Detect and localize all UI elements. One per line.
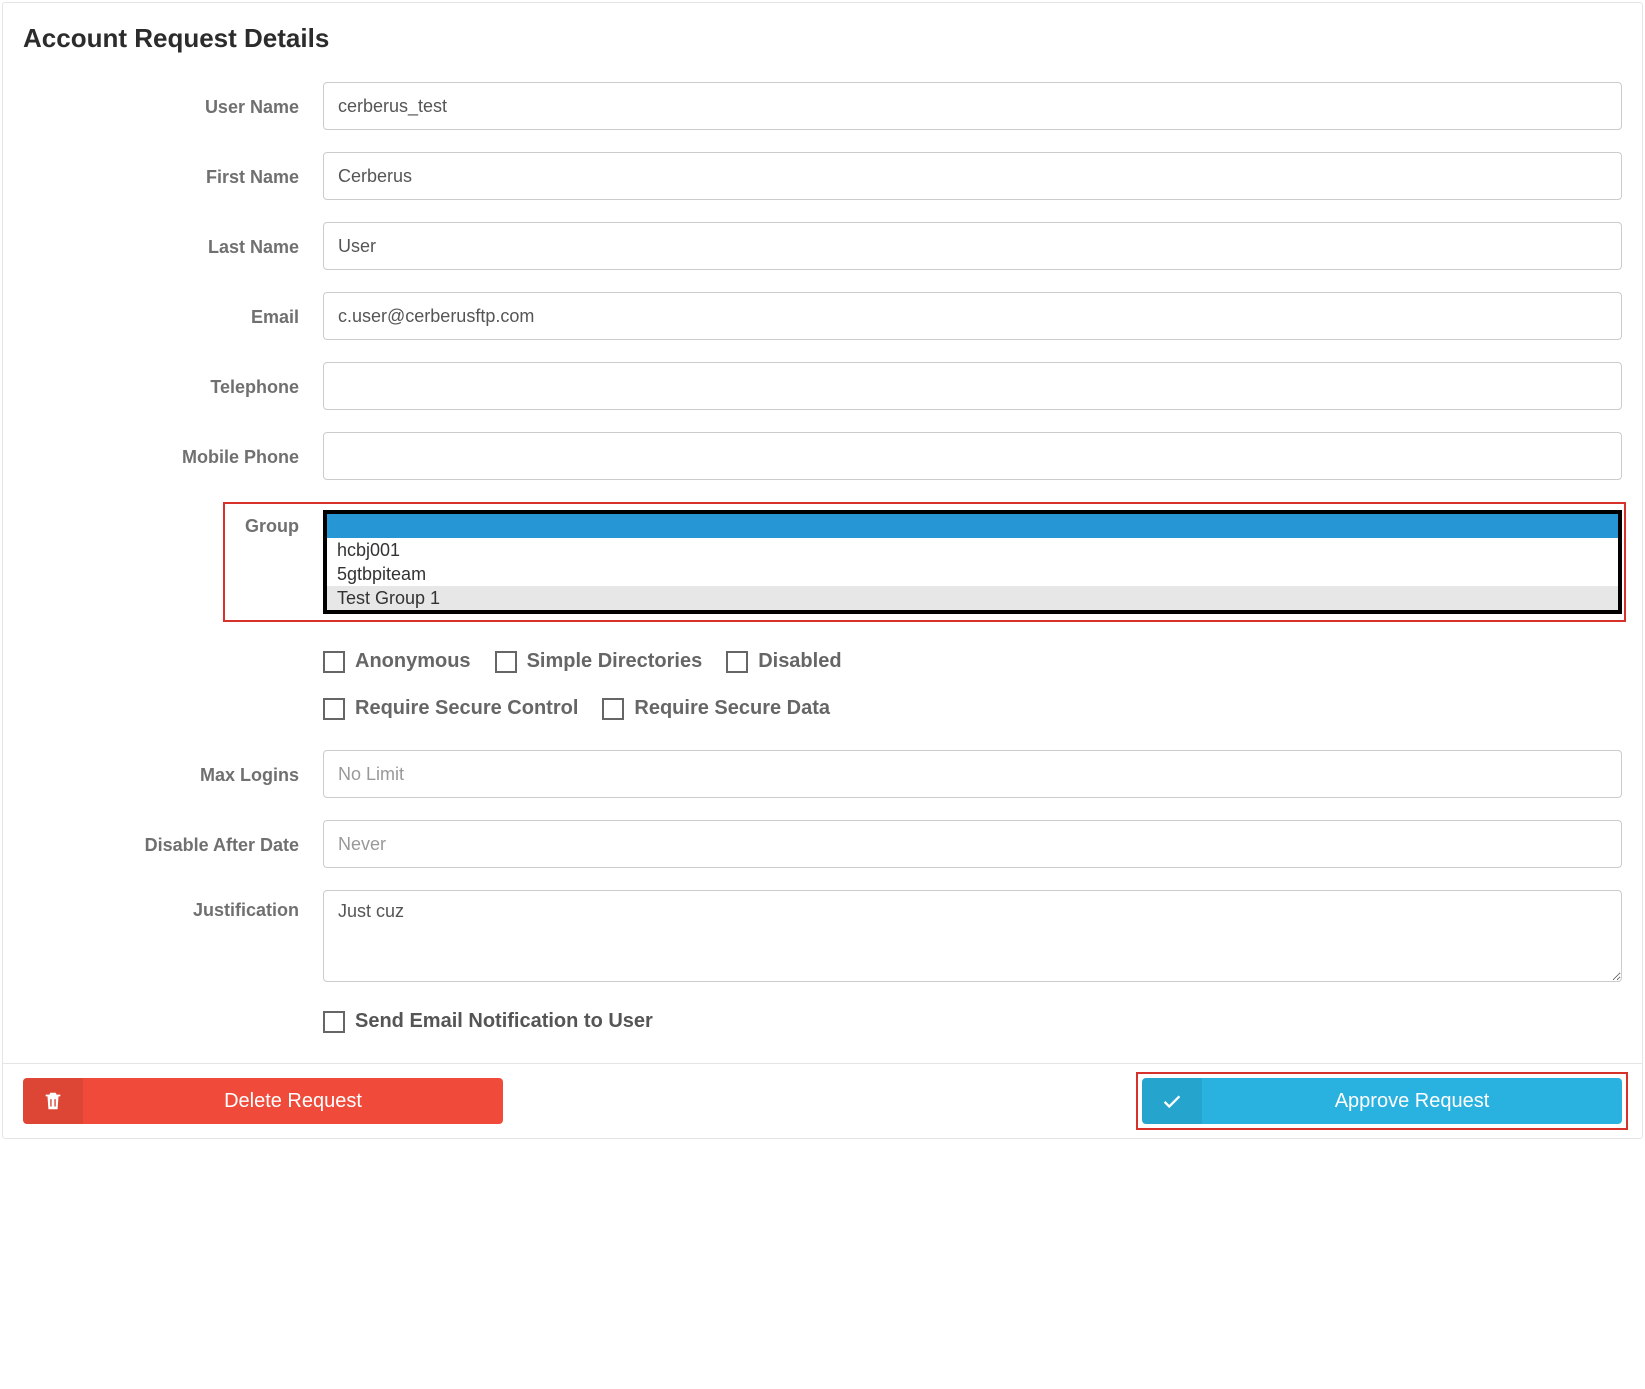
checkbox-label: Anonymous [355, 650, 471, 673]
label-group: Group [23, 510, 323, 537]
approve-button-label: Approve Request [1202, 1090, 1622, 1113]
row-last-name: Last Name [23, 222, 1622, 270]
checkbox-disabled: Disabled [726, 650, 841, 673]
row-telephone: Telephone [23, 362, 1622, 410]
user-name-input[interactable] [323, 82, 1622, 130]
group-option[interactable]: hcbj001 [327, 538, 1618, 562]
checkbox-require-secure-data: Require Secure Data [602, 697, 830, 720]
row-user-name: User Name [23, 82, 1622, 130]
email-input[interactable] [323, 292, 1622, 340]
checkbox-label: Disabled [758, 650, 841, 673]
row-email: Email [23, 292, 1622, 340]
row-first-name: First Name [23, 152, 1622, 200]
row-mobile-phone: Mobile Phone [23, 432, 1622, 480]
row-max-logins: Max Logins [23, 750, 1622, 798]
notify-label: Send Email Notification to User [355, 1010, 653, 1033]
checkbox-input[interactable] [495, 651, 517, 673]
telephone-input[interactable] [323, 362, 1622, 410]
checkbox-simple-directories: Simple Directories [495, 650, 703, 673]
label-email: Email [23, 305, 323, 328]
group-option[interactable] [327, 514, 1618, 538]
page-title: Account Request Details [23, 23, 1622, 54]
label-max-logins: Max Logins [23, 763, 323, 786]
row-checkboxes-2: Require Secure Control Require Secure Dat… [23, 695, 1622, 720]
checkbox-label: Simple Directories [527, 650, 703, 673]
panel-footer: Delete Request Approve Request [3, 1063, 1642, 1138]
row-checkboxes-1: Anonymous Simple Directories Disabled [23, 648, 1622, 673]
label-disable-after-date: Disable After Date [23, 833, 323, 856]
notify-checkbox[interactable] [323, 1011, 345, 1033]
row-disable-after-date: Disable After Date [23, 820, 1622, 868]
notify-container: Send Email Notification to User [323, 1004, 1622, 1033]
checkbox-input[interactable] [323, 651, 345, 673]
approve-wrap: Approve Request [1142, 1078, 1622, 1124]
max-logins-input[interactable] [323, 750, 1622, 798]
checkbox-row-1: Anonymous Simple Directories Disabled [323, 648, 1622, 673]
label-mobile-phone: Mobile Phone [23, 445, 323, 468]
group-listbox[interactable]: hcbj0015gtbpiteamTest Group 1 [323, 510, 1622, 614]
row-notify: Send Email Notification to User [23, 1004, 1622, 1033]
account-request-panel: Account Request Details User Name First … [2, 2, 1643, 1139]
first-name-input[interactable] [323, 152, 1622, 200]
checkbox-input[interactable] [726, 651, 748, 673]
label-justification: Justification [23, 890, 323, 921]
checkbox-label: Require Secure Data [634, 697, 830, 720]
checkbox-input[interactable] [602, 698, 624, 720]
checkbox-require-secure-control: Require Secure Control [323, 697, 578, 720]
label-first-name: First Name [23, 165, 323, 188]
panel-body: Account Request Details User Name First … [3, 3, 1642, 1063]
last-name-input[interactable] [323, 222, 1622, 270]
checkbox-label: Require Secure Control [355, 697, 578, 720]
label-telephone: Telephone [23, 375, 323, 398]
justification-input[interactable] [323, 890, 1622, 982]
row-justification: Justification [23, 890, 1622, 982]
label-last-name: Last Name [23, 235, 323, 258]
group-option[interactable]: Test Group 1 [327, 586, 1618, 610]
checkbox-anonymous: Anonymous [323, 650, 471, 673]
mobile-phone-input[interactable] [323, 432, 1622, 480]
check-icon [1142, 1078, 1202, 1124]
delete-request-button[interactable]: Delete Request [23, 1078, 503, 1124]
checkbox-input[interactable] [323, 698, 345, 720]
delete-button-label: Delete Request [83, 1090, 503, 1113]
approve-request-button[interactable]: Approve Request [1142, 1078, 1622, 1124]
checkbox-row-2: Require Secure Control Require Secure Dat… [323, 695, 1622, 720]
label-user-name: User Name [23, 95, 323, 118]
row-group: Group hcbj0015gtbpiteamTest Group 1 [23, 510, 1622, 614]
group-option[interactable]: 5gtbpiteam [327, 562, 1618, 586]
trash-icon [23, 1078, 83, 1124]
disable-after-date-input[interactable] [323, 820, 1622, 868]
